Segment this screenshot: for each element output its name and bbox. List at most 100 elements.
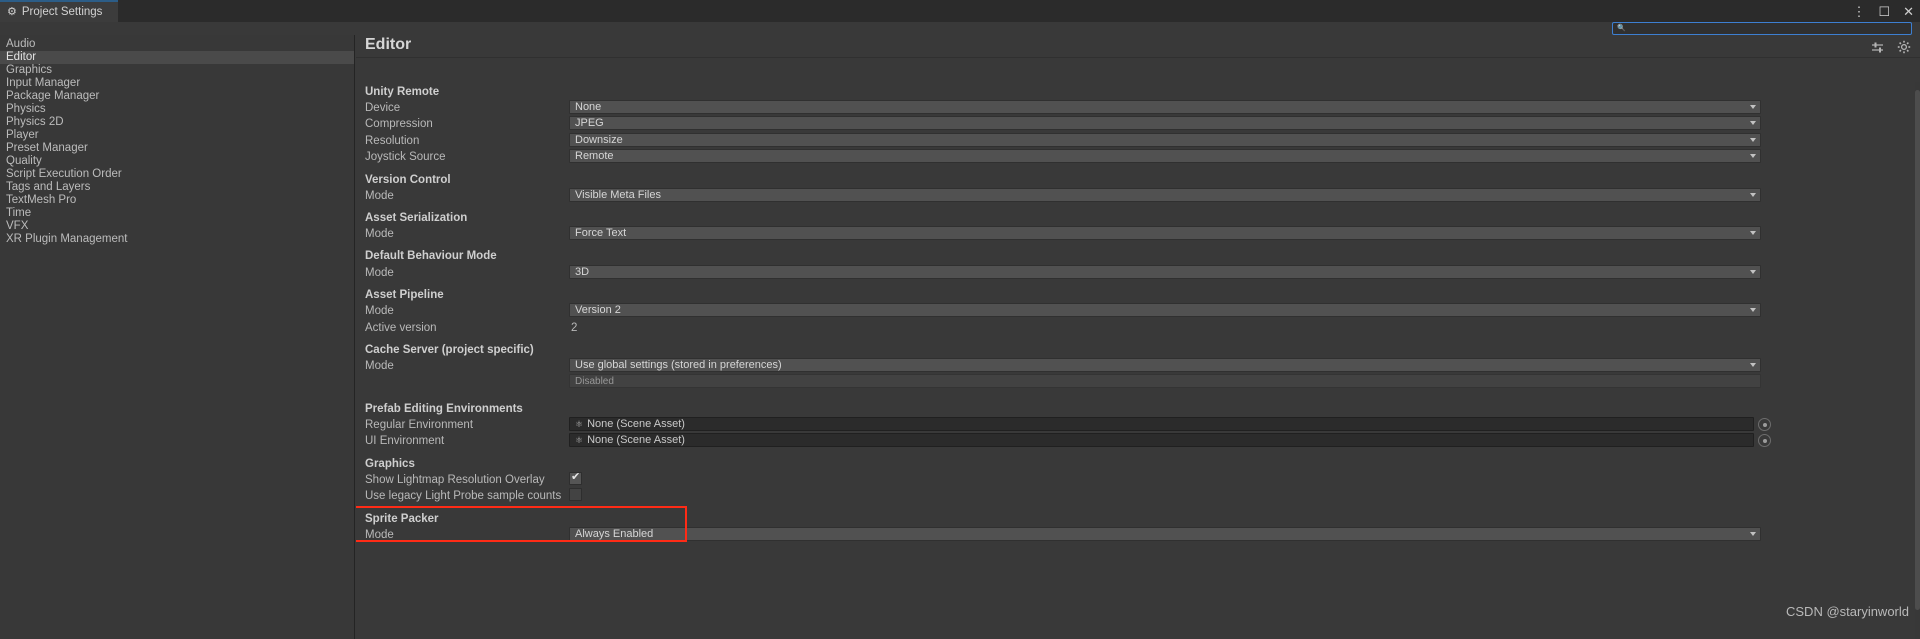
- maximize-icon[interactable]: ☐: [1878, 5, 1890, 18]
- object-field-value: None (Scene Asset): [587, 418, 685, 430]
- section-title-unity-remote: Unity Remote: [365, 86, 440, 98]
- dropdown-value: None: [575, 101, 602, 113]
- dropdown-value: 3D: [575, 266, 590, 278]
- search-icon: 🔍: [1617, 25, 1626, 32]
- row-label-asset-pipeline-mode: Mode: [365, 305, 394, 317]
- sidebar-item-label: Player: [6, 129, 39, 141]
- row-label-default-behaviour-mode: Mode: [365, 267, 394, 279]
- chevron-down-icon: [1750, 231, 1756, 235]
- row-label-cache-server-mode: Mode: [365, 360, 394, 372]
- sidebar-item-label: Physics: [6, 103, 46, 115]
- sidebar-item-audio[interactable]: Audio: [0, 38, 354, 51]
- tab-label: Project Settings: [21, 6, 103, 18]
- chevron-down-icon: [1750, 308, 1756, 312]
- dropdown-compression[interactable]: JPEG: [569, 116, 1761, 130]
- sidebar-item-label: Editor: [6, 51, 37, 63]
- chevron-down-icon: [1750, 193, 1756, 197]
- preset-sliders-icon[interactable]: [1871, 41, 1884, 54]
- object-field-regular-environment[interactable]: ⚛ None (Scene Asset): [569, 417, 1754, 431]
- chevron-down-icon: [1750, 532, 1756, 536]
- vertical-scrollbar[interactable]: [1915, 82, 1920, 639]
- dropdown-sprite-packer-mode[interactable]: Always Enabled: [569, 527, 1761, 541]
- checkbox-use-legacy-light-probe-sample-counts[interactable]: [569, 488, 582, 501]
- object-field-ui-environment[interactable]: ⚛ None (Scene Asset): [569, 433, 1754, 447]
- sidebar-item-label: Graphics: [6, 64, 53, 76]
- sidebar-item-label: Input Manager: [6, 77, 81, 89]
- row-label-joystick-source: Joystick Source: [365, 151, 446, 163]
- search-row: 🔍: [0, 22, 1920, 35]
- watermark: CSDN @staryinworld: [1786, 604, 1909, 619]
- search-input[interactable]: [1625, 23, 1911, 34]
- dropdown-value: Always Enabled: [575, 528, 654, 540]
- section-title-version-control: Version Control: [365, 174, 451, 186]
- page-title: Editor: [365, 36, 412, 53]
- chevron-down-icon: [1750, 270, 1756, 274]
- window-controls: ⋮ ☐ ✕: [1852, 0, 1914, 22]
- row-label-sprite-packer-mode: Mode: [365, 529, 394, 541]
- sidebar-item-vfx[interactable]: VFX: [0, 220, 354, 233]
- sidebar-item-package-manager[interactable]: Package Manager: [0, 90, 354, 103]
- row-label-use-legacy-light-probe-sample-counts: Use legacy Light Probe sample counts: [365, 490, 562, 502]
- sidebar-item-quality[interactable]: Quality: [0, 155, 354, 168]
- dropdown-value: JPEG: [575, 117, 604, 129]
- section-title-sprite-packer: Sprite Packer: [365, 513, 439, 525]
- row-label-asset-serialization-mode: Mode: [365, 228, 394, 240]
- chevron-down-icon: [1750, 121, 1756, 125]
- row-label-show-lightmap-resolution-overlay: Show Lightmap Resolution Overlay: [365, 474, 545, 486]
- sidebar-item-time[interactable]: Time: [0, 207, 354, 220]
- kebab-menu-icon[interactable]: ⋮: [1852, 5, 1865, 18]
- sidebar-item-preset-manager[interactable]: Preset Manager: [0, 142, 354, 155]
- dropdown-value: Force Text: [575, 227, 627, 239]
- close-icon[interactable]: ✕: [1903, 5, 1914, 18]
- dropdown-resolution[interactable]: Downsize: [569, 133, 1761, 147]
- sidebar-item-physics-2d[interactable]: Physics 2D: [0, 116, 354, 129]
- dropdown-asset-serialization-mode[interactable]: Force Text: [569, 226, 1761, 240]
- dropdown-value: Use global settings (stored in preferenc…: [575, 359, 782, 371]
- dropdown-device[interactable]: None: [569, 100, 1761, 114]
- section-title-graphics: Graphics: [365, 458, 415, 470]
- sidebar-item-label: VFX: [6, 220, 29, 232]
- sidebar-item-label: Package Manager: [6, 90, 100, 102]
- dropdown-version-control-mode[interactable]: Visible Meta Files: [569, 188, 1761, 202]
- sidebar-item-tags-and-layers[interactable]: Tags and Layers: [0, 181, 354, 194]
- section-title-cache-server: Cache Server (project specific): [365, 344, 534, 356]
- dropdown-asset-pipeline-mode[interactable]: Version 2: [569, 303, 1761, 317]
- sidebar-item-label: Preset Manager: [6, 142, 88, 154]
- search-box[interactable]: 🔍: [1612, 22, 1912, 35]
- sidebar-item-xr-plugin-management[interactable]: XR Plugin Management: [0, 233, 354, 246]
- row-label-regular-environment: Regular Environment: [365, 419, 474, 431]
- section-title-asset-serialization: Asset Serialization: [365, 212, 468, 224]
- row-label-resolution: Resolution: [365, 135, 420, 147]
- checkbox-show-lightmap-resolution-overlay[interactable]: [569, 471, 582, 485]
- help-gear-icon[interactable]: [1897, 40, 1911, 54]
- object-field-value: None (Scene Asset): [587, 434, 685, 446]
- sidebar-item-graphics[interactable]: Graphics: [0, 64, 354, 77]
- sidebar-item-physics[interactable]: Physics: [0, 103, 354, 116]
- cache-server-status: Disabled: [569, 374, 1761, 388]
- section-title-asset-pipeline: Asset Pipeline: [365, 289, 444, 301]
- object-picker-ui-environment[interactable]: [1758, 434, 1771, 447]
- settings-content: Unity Remote Device None Compression JPE…: [356, 58, 1920, 639]
- scene-asset-icon: ⚛: [575, 434, 584, 445]
- chevron-down-icon: [1750, 105, 1756, 109]
- section-title-prefab-editing-environments: Prefab Editing Environments: [365, 403, 523, 415]
- sidebar-item-label: Physics 2D: [6, 116, 64, 128]
- settings-sidebar[interactable]: Audio Editor Graphics Input Manager Pack…: [0, 35, 355, 639]
- dropdown-value: Downsize: [575, 134, 623, 146]
- sidebar-item-label: Audio: [6, 38, 36, 50]
- sidebar-item-script-execution-order[interactable]: Script Execution Order: [0, 168, 354, 181]
- sidebar-item-label: XR Plugin Management: [6, 233, 128, 245]
- row-label-device: Device: [365, 102, 401, 114]
- sidebar-item-input-manager[interactable]: Input Manager: [0, 77, 354, 90]
- chevron-down-icon: [1750, 154, 1756, 158]
- sidebar-item-player[interactable]: Player: [0, 129, 354, 142]
- tab-project-settings[interactable]: ⚙ Project Settings: [0, 0, 118, 22]
- object-picker-regular-environment[interactable]: [1758, 418, 1771, 431]
- scrollbar-thumb[interactable]: [1915, 90, 1920, 610]
- dropdown-cache-server-mode[interactable]: Use global settings (stored in preferenc…: [569, 358, 1761, 372]
- sidebar-item-editor[interactable]: Editor: [0, 51, 354, 64]
- project-settings-window: ⚙ Project Settings ⋮ ☐ ✕ 🔍 Audio Editor …: [0, 0, 1920, 639]
- dropdown-default-behaviour-mode[interactable]: 3D: [569, 265, 1761, 279]
- dropdown-joystick-source[interactable]: Remote: [569, 149, 1761, 163]
- sidebar-item-textmesh-pro[interactable]: TextMesh Pro: [0, 194, 354, 207]
